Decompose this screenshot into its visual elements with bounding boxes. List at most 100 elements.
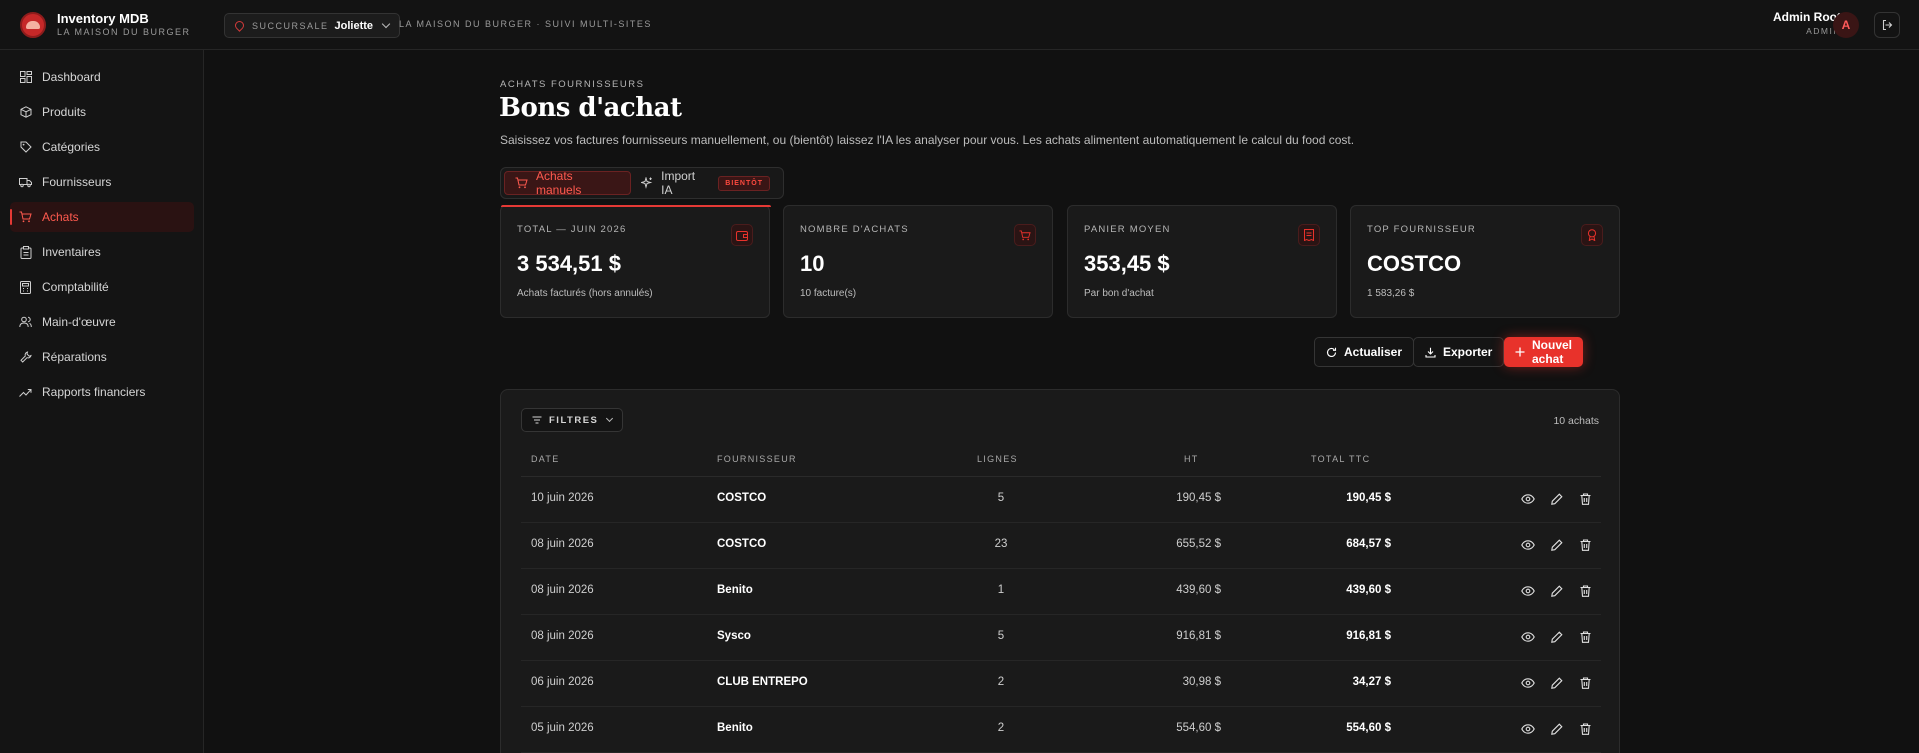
sidebar-item-label: Inventaires	[42, 245, 101, 259]
table-row[interactable]: 05 juin 2026 Benito 2 554,60 $ 554,60 $	[521, 707, 1601, 753]
cell-supplier: COSTCO	[717, 538, 767, 550]
results-count: 10 achats	[1553, 415, 1599, 427]
eye-icon[interactable]	[1521, 722, 1535, 736]
edit-icon[interactable]	[1550, 584, 1564, 598]
tab-bar: Achats manuels Import IA BIENTÔT	[500, 167, 784, 199]
table-row[interactable]: 08 juin 2026 Sysco 5 916,81 $ 916,81 $	[521, 615, 1601, 661]
cell-supplier: CLUB ENTREPO	[717, 676, 808, 688]
edit-icon[interactable]	[1550, 630, 1564, 644]
sidebar-item-main-doeuvre[interactable]: Main-d'œuvre	[10, 307, 194, 337]
trash-icon[interactable]	[1578, 676, 1592, 690]
branch-label: SUCCURSALE	[252, 20, 329, 31]
eye-icon[interactable]	[1521, 492, 1535, 506]
trash-icon[interactable]	[1578, 630, 1592, 644]
receipt-icon	[1298, 224, 1320, 246]
logout-button[interactable]	[1874, 12, 1900, 38]
stat-card-count: NOMBRE D'ACHATS 10 10 facture(s)	[783, 205, 1053, 318]
box-icon	[20, 106, 31, 118]
stat-card-average: PANIER MOYEN 353,45 $ Par bon d'achat	[1067, 205, 1337, 318]
column-header-ht[interactable]: HT	[1184, 454, 1199, 464]
user-role: ADMIN	[1806, 26, 1841, 36]
sidebar-item-categories[interactable]: Catégories	[10, 132, 194, 162]
users-icon	[19, 316, 32, 328]
tab-ai-import[interactable]: Import IA BIENTÔT	[631, 169, 780, 197]
trash-icon[interactable]	[1578, 538, 1592, 552]
trash-icon[interactable]	[1578, 722, 1592, 736]
filters-button[interactable]: FILTRES	[521, 408, 624, 432]
wallet-icon	[731, 224, 753, 246]
new-purchase-label: Nouvel achat	[1532, 338, 1573, 366]
filter-icon	[532, 416, 542, 424]
sidebar-item-label: Dashboard	[42, 70, 101, 84]
cell-ttc: 554,60 $	[1346, 722, 1391, 734]
trash-icon[interactable]	[1578, 584, 1592, 598]
edit-icon[interactable]	[1550, 492, 1564, 506]
trend-icon	[19, 388, 32, 397]
table-row[interactable]: 10 juin 2026 COSTCO 5 190,45 $ 190,45 $	[521, 477, 1601, 523]
branch-selector[interactable]: SUCCURSALE Joliette	[224, 13, 401, 38]
tag-icon	[20, 141, 32, 153]
cell-lines: 2	[997, 722, 1005, 734]
brand[interactable]: Inventory MDB LA MAISON DU BURGER	[20, 11, 191, 38]
cell-lines: 2	[997, 676, 1005, 688]
table-row[interactable]: 08 juin 2026 Benito 1 439,60 $ 439,60 $	[521, 569, 1601, 615]
sidebar-item-label: Comptabilité	[42, 280, 109, 294]
edit-icon[interactable]	[1550, 538, 1564, 552]
coming-soon-badge: BIENTÔT	[718, 175, 770, 191]
column-header-supplier[interactable]: FOURNISSEUR	[717, 454, 797, 464]
sidebar-item-label: Achats	[42, 210, 79, 224]
sidebar-item-achats[interactable]: Achats	[10, 202, 194, 232]
cell-ttc: 439,60 $	[1346, 584, 1391, 596]
eye-icon[interactable]	[1521, 630, 1535, 644]
app-subtitle: LA MAISON DU BURGER	[57, 27, 191, 37]
sidebar-item-label: Rapports financiers	[42, 385, 146, 399]
cell-ttc: 190,45 $	[1346, 492, 1391, 504]
stat-value: 353,45 $	[1084, 251, 1170, 276]
page-description: Saisissez vos factures fournisseurs manu…	[500, 133, 1355, 147]
cell-lines: 1	[997, 584, 1005, 596]
top-bar: Inventory MDB LA MAISON DU BURGER SUCCUR…	[0, 0, 1919, 50]
cell-ht: 190,45 $	[1176, 492, 1221, 504]
edit-icon[interactable]	[1550, 676, 1564, 690]
table-row[interactable]: 08 juin 2026 COSTCO 23 655,52 $ 684,57 $	[521, 523, 1601, 569]
cell-ht: 30,98 $	[1182, 676, 1221, 688]
new-purchase-button[interactable]: Nouvel achat	[1504, 337, 1584, 367]
clipboard-icon	[20, 245, 31, 259]
sidebar-item-fournisseurs[interactable]: Fournisseurs	[10, 167, 194, 197]
refresh-button[interactable]: Actualiser	[1314, 337, 1415, 367]
sidebar-item-comptabilite[interactable]: Comptabilité	[10, 272, 194, 302]
cell-ht: 916,81 $	[1176, 630, 1221, 642]
sidebar-item-label: Fournisseurs	[42, 175, 112, 189]
cell-supplier: Sysco	[717, 630, 751, 642]
eye-icon[interactable]	[1521, 584, 1535, 598]
sidebar-item-produits[interactable]: Produits	[10, 97, 194, 127]
cell-date: 08 juin 2026	[531, 630, 594, 642]
column-header-lines[interactable]: LIGNES	[977, 454, 1018, 464]
tab-manual-purchases[interactable]: Achats manuels	[504, 169, 632, 197]
sparkles-icon	[641, 177, 653, 189]
sidebar-item-dashboard[interactable]: Dashboard	[10, 62, 194, 92]
trash-icon[interactable]	[1578, 492, 1592, 506]
eye-icon[interactable]	[1521, 676, 1535, 690]
export-label: Exporter	[1443, 345, 1493, 359]
cell-date: 08 juin 2026	[531, 538, 594, 550]
stat-sub: 1 583,26 $	[1367, 288, 1415, 299]
export-button[interactable]: Exporter	[1413, 337, 1505, 367]
sidebar-item-reparations[interactable]: Réparations	[10, 342, 194, 372]
column-header-date[interactable]: DATE	[531, 454, 560, 464]
chevron-down-icon	[381, 19, 391, 29]
edit-icon[interactable]	[1550, 722, 1564, 736]
brand-logo	[20, 11, 46, 38]
sidebar-item-inventaires[interactable]: Inventaires	[10, 237, 194, 267]
column-header-ttc[interactable]: TOTAL TTC	[1311, 454, 1370, 464]
tab-label: Import IA	[661, 169, 696, 197]
truck-icon	[19, 178, 32, 188]
cell-ttc: 34,27 $	[1352, 676, 1391, 688]
cart-icon	[1014, 224, 1036, 246]
eye-icon[interactable]	[1521, 538, 1535, 552]
table-row[interactable]: 06 juin 2026 CLUB ENTREPO 2 30,98 $ 34,2…	[521, 661, 1601, 707]
avatar[interactable]: A	[1833, 12, 1859, 38]
refresh-label: Actualiser	[1344, 345, 1403, 359]
stat-label: NOMBRE D'ACHATS	[800, 224, 909, 235]
sidebar-item-rapports[interactable]: Rapports financiers	[10, 377, 194, 407]
